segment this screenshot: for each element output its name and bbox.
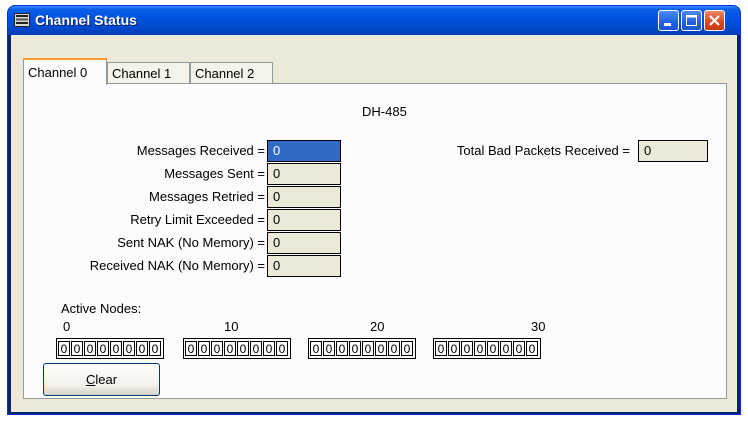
sent-nak-field[interactable]: 0	[267, 232, 341, 254]
sent-nak-label: Sent NAK (No Memory) =	[117, 235, 265, 250]
total-bad-packets-field[interactable]: 0	[638, 140, 708, 162]
minimize-icon	[664, 23, 671, 26]
node-marker-0: 0	[63, 319, 71, 334]
protocol-label: DH-485	[362, 104, 407, 119]
node-marker-20: 20	[370, 319, 385, 334]
node-cell: 0	[323, 341, 335, 356]
active-nodes-group-3: 0 0 0 0 0 0 0 0	[433, 338, 541, 359]
node-cell: 0	[250, 341, 262, 356]
node-cell: 0	[211, 341, 223, 356]
node-cell: 0	[224, 341, 236, 356]
maximize-button[interactable]	[681, 10, 702, 31]
node-cell: 0	[362, 341, 374, 356]
node-cell: 0	[388, 341, 400, 356]
messages-received-label: Messages Received =	[136, 143, 265, 158]
node-cell: 0	[349, 341, 361, 356]
maximize-icon	[686, 15, 697, 26]
tab-channel-1[interactable]: Channel 1	[107, 62, 190, 84]
received-nak-field[interactable]: 0	[267, 255, 341, 277]
node-cell: 0	[84, 341, 96, 356]
node-cell: 0	[71, 341, 83, 356]
node-cell: 0	[263, 341, 275, 356]
clear-button[interactable]: Clear	[43, 363, 160, 396]
node-cell: 0	[276, 341, 288, 356]
node-cell: 0	[97, 341, 109, 356]
node-cell: 0	[461, 341, 473, 356]
retry-limit-exceeded-label: Retry Limit Exceeded =	[130, 212, 265, 227]
node-cell: 0	[198, 341, 210, 356]
active-nodes-group-0: 0 0 0 0 0 0 0 0	[56, 338, 164, 359]
window-title: Channel Status	[35, 12, 137, 28]
node-cell: 0	[375, 341, 387, 356]
node-cell: 0	[136, 341, 148, 356]
node-cell: 0	[336, 341, 348, 356]
retry-limit-exceeded-field[interactable]: 0	[267, 209, 341, 231]
node-cell: 0	[448, 341, 460, 356]
node-marker-10: 10	[224, 319, 239, 334]
node-cell: 0	[526, 341, 538, 356]
tab-channel-2[interactable]: Channel 2	[190, 62, 273, 84]
node-cell: 0	[310, 341, 322, 356]
messages-received-field[interactable]: 0	[267, 140, 341, 162]
node-cell: 0	[474, 341, 486, 356]
close-icon	[709, 15, 720, 26]
messages-sent-label: Messages Sent =	[164, 166, 265, 181]
node-cell: 0	[237, 341, 249, 356]
node-cell: 0	[110, 341, 122, 356]
received-nak-label: Received NAK (No Memory) =	[89, 258, 265, 273]
tab-channel-0[interactable]: Channel 0	[23, 58, 107, 85]
clear-mnemonic: C	[85, 372, 96, 387]
node-cell: 0	[513, 341, 525, 356]
active-nodes-group-2: 0 0 0 0 0 0 0 0	[308, 338, 416, 359]
node-cell: 0	[123, 341, 135, 356]
channel-status-app-icon	[14, 13, 30, 27]
minimize-button[interactable]	[658, 10, 679, 31]
close-button[interactable]	[704, 10, 725, 31]
node-cell: 0	[435, 341, 447, 356]
active-nodes-label: Active Nodes:	[61, 301, 142, 316]
clear-button-label: lear	[95, 372, 118, 387]
messages-retried-label: Messages Retried =	[149, 189, 265, 204]
node-cell: 0	[185, 341, 197, 356]
active-nodes-group-1: 0 0 0 0 0 0 0 0	[183, 338, 291, 359]
node-cell: 0	[500, 341, 512, 356]
node-cell: 0	[487, 341, 499, 356]
messages-sent-field[interactable]: 0	[267, 163, 341, 185]
total-bad-packets-label: Total Bad Packets Received =	[456, 143, 630, 158]
node-marker-30: 30	[531, 319, 546, 334]
node-cell: 0	[58, 341, 70, 356]
messages-retried-field[interactable]: 0	[267, 186, 341, 208]
node-cell: 0	[149, 341, 161, 356]
title-bar[interactable]: Channel Status	[8, 6, 740, 35]
node-cell: 0	[401, 341, 413, 356]
